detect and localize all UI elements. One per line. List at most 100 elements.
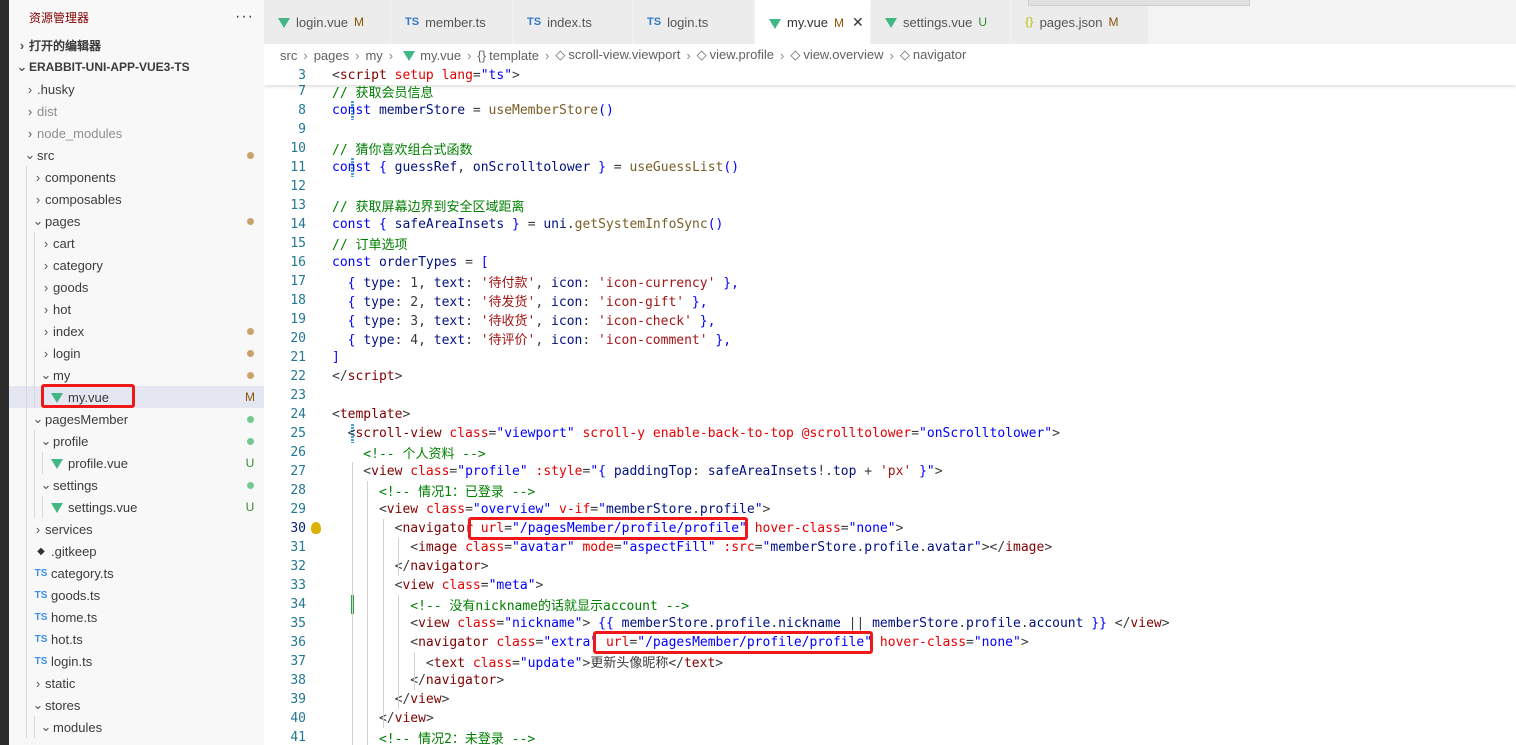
tree-item-label: services — [45, 521, 93, 537]
code-line[interactable]: 38 </navigator> — [264, 671, 1516, 690]
breadcrumb-item[interactable]: ◇ scroll-view.viewport — [555, 47, 680, 63]
indent-guide — [351, 728, 353, 745]
tree-item-husky[interactable]: › .husky — [9, 78, 264, 100]
tree-item-my-vue[interactable]: my.vue M — [9, 384, 264, 408]
tree-item-gitkeep[interactable]: ◆ .gitkeep — [9, 540, 264, 562]
tree-item-components[interactable]: › components — [9, 166, 264, 188]
code-line[interactable]: 33 <view class="meta"> — [264, 576, 1516, 595]
sticky-scroll-line[interactable]: 3 <script setup lang="ts"> — [264, 66, 1516, 85]
code-line[interactable]: 8 const memberStore = useMemberStore() — [264, 101, 1516, 120]
code-token: class — [457, 616, 497, 631]
open-editors-section[interactable]: › 打开的编辑器 — [9, 34, 264, 56]
more-actions-icon[interactable]: ··· — [235, 8, 254, 26]
tab-member-ts[interactable]: TS member.ts — [391, 0, 513, 44]
tree-item-hot[interactable]: › hot — [9, 298, 264, 320]
code-line[interactable]: 24 <template> — [264, 405, 1516, 424]
tree-item-hot-ts[interactable]: TS hot.ts — [9, 628, 264, 650]
tab-pages-json[interactable]: {} pages.json M — [1011, 0, 1149, 44]
line-number: 34 — [290, 597, 306, 612]
tree-item-stores[interactable]: ⌄ stores — [9, 694, 264, 716]
tree-item-services[interactable]: › services — [9, 518, 264, 540]
tree-item-cart[interactable]: › cart — [9, 232, 264, 254]
breadcrumb-item[interactable]: ◇ view.overview — [790, 47, 883, 63]
code-line[interactable]: 27 <view class="profile" :style="{ paddi… — [264, 462, 1516, 481]
tree-item-login-ts[interactable]: TS login.ts — [9, 650, 264, 672]
code-line[interactable]: 14 const { safeAreaInsets } = uni.getSyst… — [264, 215, 1516, 234]
code-editor[interactable]: 3 <script setup lang="ts"> 7// 获取会员信息 8 con… — [264, 66, 1516, 745]
tab-login-vue[interactable]: login.vue M — [264, 0, 391, 44]
code-line[interactable]: 31 <image class="avatar" mode="aspectFil… — [264, 538, 1516, 557]
code-line[interactable]: 39 </view> — [264, 690, 1516, 709]
tab-settings-vue[interactable]: settings.vue U — [871, 0, 1011, 44]
breadcrumb-item[interactable]: src — [280, 48, 297, 63]
tree-item-goods-ts[interactable]: TS goods.ts — [9, 584, 264, 606]
code-line[interactable]: 23 — [264, 386, 1516, 405]
code-line[interactable]: 32 </navigator> — [264, 557, 1516, 576]
code-line[interactable]: 20 { type: 4, text: '待评价', icon: 'icon-c… — [264, 329, 1516, 348]
code-token: mode — [582, 540, 614, 555]
code-token: > — [1020, 635, 1029, 650]
code-line[interactable]: 10 // 猜你喜欢组合式函数 — [264, 139, 1516, 158]
tree-item-category-ts[interactable]: TS category.ts — [9, 562, 264, 584]
tree-item-pagesmember[interactable]: ⌄ pagesMember — [9, 408, 264, 430]
code-line[interactable]: 22 </script> — [264, 367, 1516, 386]
tree-item-index[interactable]: › index — [9, 320, 264, 342]
code-line[interactable]: 30 <navigator url="/pagesMember/profile/… — [264, 519, 1516, 538]
breadcrumb-item[interactable]: my.vue — [399, 48, 461, 63]
tree-item-static[interactable]: › static — [9, 672, 264, 694]
tree-item-profile[interactable]: ⌄ profile — [9, 430, 264, 452]
code-line[interactable]: 35 <view class="nickname"> {{ memberStor… — [264, 614, 1516, 633]
tab-my-vue[interactable]: my.vue M ✕ — [755, 0, 871, 44]
vue-file-icon — [769, 18, 781, 29]
tab-index-ts[interactable]: TS index.ts — [513, 0, 633, 44]
code-line[interactable]: 29 <view class="overview" v-if="memberSt… — [264, 500, 1516, 519]
code-line[interactable]: 26 <!-- 个人资料 --> — [264, 443, 1516, 462]
tree-item-home-ts[interactable]: TS home.ts — [9, 606, 264, 628]
lightbulb-icon[interactable] — [311, 522, 321, 534]
tree-item-login[interactable]: › login — [9, 342, 264, 364]
code-line[interactable]: 25 <scroll-view class = "viewport" scroll-… — [264, 424, 1516, 443]
code-line[interactable]: 13 // 获取屏幕边界到安全区域距离 — [264, 196, 1516, 215]
code-token: '待付款' — [480, 276, 536, 291]
code-token: "none" — [973, 635, 1021, 650]
tree-item-dist[interactable]: › dist — [9, 100, 264, 122]
code-line[interactable]: 19 { type: 3, text: '待收货', icon: 'icon-c… — [264, 310, 1516, 329]
indent-guide — [34, 452, 35, 474]
breadcrumb-item[interactable]: ◇ navigator — [900, 47, 966, 63]
project-section[interactable]: ⌄ ERABBIT-UNI-APP-VUE3-TS — [9, 56, 264, 78]
tree-item-modules[interactable]: ⌄ modules — [9, 716, 264, 738]
indent-guide — [398, 538, 400, 557]
tree-item-profile-vue[interactable]: profile.vue U — [9, 452, 264, 474]
code-line[interactable]: 34 <!-- 没有nickname的话就显示account --> — [264, 595, 1516, 614]
code-line[interactable]: 12 — [264, 177, 1516, 196]
tree-item-pages[interactable]: ⌄ pages — [9, 210, 264, 232]
code-line[interactable]: 9 — [264, 120, 1516, 139]
tree-item-composables[interactable]: › composables — [9, 188, 264, 210]
code-line[interactable]: 17 { type: 1, text: '待付款', icon: 'icon-c… — [264, 272, 1516, 291]
breadcrumb-item[interactable]: my — [365, 48, 382, 63]
tree-item-settings[interactable]: ⌄ settings — [9, 474, 264, 496]
tree-item-node-modules[interactable]: › node_modules — [9, 122, 264, 144]
tree-item-src[interactable]: ⌄ src — [9, 144, 264, 166]
tab-login-ts[interactable]: TS login.ts — [633, 0, 755, 44]
code-line[interactable]: 40 </view> — [264, 709, 1516, 728]
breadcrumb-item[interactable]: ◇ view.profile — [697, 47, 774, 63]
tree-item-category[interactable]: › category — [9, 254, 264, 276]
code-line[interactable]: 11 const { guessRef, onScrolltolower } = … — [264, 158, 1516, 177]
code-line[interactable]: 16 const orderTypes = [ — [264, 253, 1516, 272]
close-icon[interactable]: ✕ — [852, 14, 864, 31]
code-line[interactable]: 37 <text class="update">更新头像昵称</text> — [264, 652, 1516, 671]
code-line[interactable]: 36 <navigator class="extra" url="/pagesM… — [264, 633, 1516, 652]
code-line[interactable]: 41 <!-- 情况2：未登录 --> — [264, 728, 1516, 745]
code-line[interactable]: 15 // 订单选项 — [264, 234, 1516, 253]
tree-item-settings-vue[interactable]: settings.vue U — [9, 496, 264, 518]
tree-item-my[interactable]: ⌄ my — [9, 364, 264, 386]
tree-item-goods[interactable]: › goods — [9, 276, 264, 298]
code-token: : — [465, 333, 481, 348]
code-line[interactable]: 18 { type: 2, text: '待发货', icon: 'icon-g… — [264, 291, 1516, 310]
breadcrumb-item[interactable]: pages — [314, 48, 349, 63]
breadcrumb-item[interactable]: {} template — [477, 48, 539, 63]
code-line[interactable]: 21] — [264, 348, 1516, 367]
code-token: }, — [707, 333, 732, 348]
code-line[interactable]: 28 <!-- 情况1：已登录 --> — [264, 481, 1516, 500]
